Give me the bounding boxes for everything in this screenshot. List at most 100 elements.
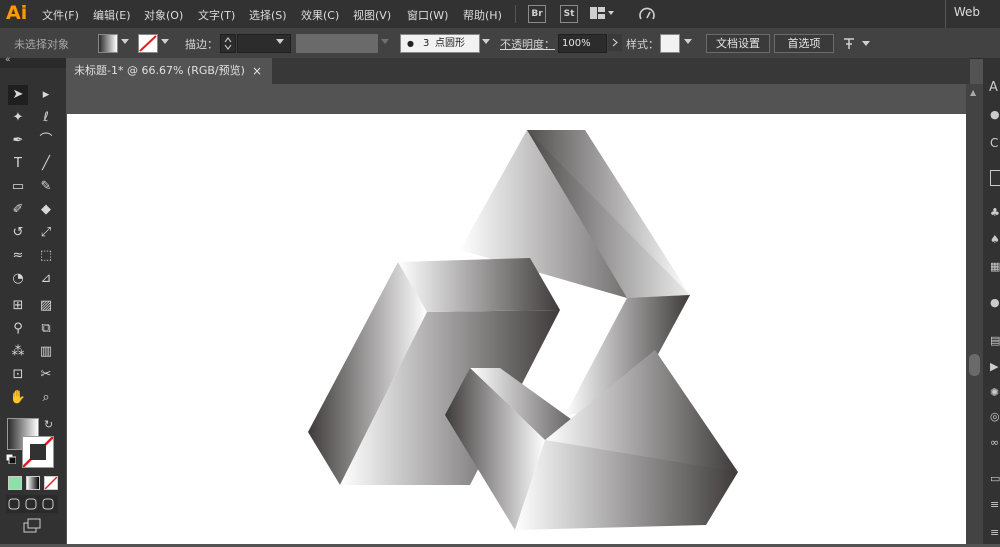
menu-effect[interactable]: 效果(C)	[301, 7, 339, 23]
paragraph-panel-icon[interactable]: ●	[990, 108, 1000, 121]
opentype-panel-icon[interactable]: C	[990, 136, 998, 150]
arrange-icon[interactable]	[842, 36, 872, 53]
opacity-label[interactable]: 不透明度：	[500, 36, 555, 52]
stroke-weight-stepper[interactable]	[220, 34, 236, 53]
symbol-sprayer-icon[interactable]: ⁂	[8, 342, 28, 362]
opacity-arrow-button[interactable]	[608, 34, 622, 51]
draw-modes[interactable]	[6, 495, 58, 513]
curvature-icon[interactable]: ⌒	[36, 131, 56, 151]
links-panel-icon[interactable]: ◎	[990, 410, 1000, 423]
scale-icon[interactable]: ⤢	[36, 223, 56, 243]
color-mode-icon[interactable]	[8, 476, 22, 490]
bridge-icon[interactable]: Br	[528, 5, 546, 23]
artboard[interactable]	[67, 114, 966, 544]
line-icon[interactable]: ╱	[36, 154, 56, 174]
appearance-panel-icon[interactable]: ✺	[990, 386, 999, 399]
stroke-dropdown-icon[interactable]	[161, 39, 169, 44]
transparency-panel-icon[interactable]: ▭	[990, 472, 1000, 485]
menu-bar: Ai 文件(F) 编辑(E) 对象(O) 文字(T) 选择(S) 效果(C) 视…	[0, 0, 1000, 28]
pathfinder-panel-icon[interactable]: ∞	[990, 436, 999, 449]
arrange-documents-icon[interactable]	[590, 7, 614, 19]
direct-selection-icon[interactable]: ▸	[36, 85, 56, 105]
document-setup-button[interactable]: 文档设置	[706, 34, 770, 53]
variable-width-dropdown-icon[interactable]	[381, 39, 389, 44]
menu-type[interactable]: 文字(T)	[198, 7, 235, 23]
menu-edit[interactable]: 编辑(E)	[93, 7, 131, 23]
menu-select[interactable]: 选择(S)	[249, 7, 287, 23]
panels-dock: A ● C ♣ ♠ ▦ ● ▤ ▶ ✺ ◎ ∞ ▭ ≡ ≡	[983, 58, 1000, 544]
impossible-triangle-artwork[interactable]	[67, 114, 966, 544]
screen-mode-icon[interactable]	[22, 518, 42, 534]
blend-icon[interactable]: ⧉	[36, 319, 56, 339]
paintbrush-icon[interactable]: ✎	[36, 177, 56, 197]
close-icon[interactable]: ×	[252, 58, 262, 84]
hand-icon[interactable]: ✋	[8, 388, 28, 408]
layers-panel-icon[interactable]: ▤	[990, 334, 1000, 347]
swatches-panel-icon[interactable]: ▦	[990, 260, 1000, 273]
warp-icon[interactable]: ≈	[8, 246, 28, 266]
menu-file[interactable]: 文件(F)	[42, 7, 79, 23]
free-transform-icon[interactable]: ⬚	[36, 246, 56, 266]
magic-wand-icon[interactable]: ✦	[8, 108, 28, 128]
scroll-up-icon[interactable]: ▲	[970, 88, 976, 97]
document-tab[interactable]: 未标题-1* @ 66.67% (RGB/预览) ×	[66, 58, 272, 84]
toolbar-header[interactable]: «	[0, 55, 66, 68]
variable-width-profile[interactable]	[296, 34, 378, 53]
vertical-scrollbar[interactable]: ▲	[966, 84, 983, 544]
stroke-label: 描边：	[185, 38, 218, 51]
selection-status: 未选择对象	[14, 38, 69, 51]
menu-view[interactable]: 视图(V)	[353, 7, 391, 23]
document-title: 未标题-1* @ 66.67% (RGB/预览)	[74, 64, 245, 77]
zoom-icon[interactable]: ⌕	[36, 388, 56, 408]
pen-icon[interactable]: ✒	[8, 131, 28, 151]
symbols-panel-icon[interactable]: ♣	[990, 206, 1000, 219]
graphic-style-dropdown-icon[interactable]	[684, 39, 692, 44]
preferences-button[interactable]: 首选项	[774, 34, 834, 53]
default-colors-icon[interactable]	[5, 453, 17, 465]
brushes-panel-icon[interactable]: ♠	[990, 233, 1000, 246]
fill-dropdown-icon[interactable]	[121, 39, 129, 44]
fill-swatch[interactable]	[98, 34, 118, 53]
scroll-thumb[interactable]	[969, 354, 980, 376]
stroke-weight-dropdown-icon[interactable]	[276, 39, 284, 44]
swap-colors-icon[interactable]: ↻	[44, 418, 53, 431]
menu-help[interactable]: 帮助(H)	[463, 7, 502, 23]
control-bar: 未选择对象 描边： ● 3 点圆形 不透明度： 100% 样式： 文档设置 首选…	[0, 28, 1000, 59]
type-icon[interactable]: T	[8, 154, 28, 174]
brush-dot-icon: ●	[407, 39, 414, 48]
character-panel-icon[interactable]: A	[989, 80, 998, 95]
menu-window[interactable]: 窗口(W)	[407, 7, 448, 23]
slice-icon[interactable]: ✂	[36, 365, 56, 385]
none-mode-icon[interactable]	[44, 476, 58, 490]
rectangle-icon[interactable]: ▭	[8, 177, 28, 197]
rotate-icon[interactable]: ↺	[8, 223, 28, 243]
mesh-icon[interactable]: ⊞	[8, 296, 28, 316]
stroke-color-box[interactable]	[22, 436, 54, 468]
shape-builder-icon[interactable]: ◔	[8, 269, 28, 289]
align-panel-icon[interactable]: ≡	[990, 498, 999, 511]
brush-definition[interactable]: ● 3 点圆形	[400, 34, 480, 53]
stroke-panel-icon[interactable]: ≡	[990, 526, 999, 539]
brush-dropdown-icon[interactable]	[482, 39, 490, 44]
gpu-performance-icon[interactable]	[638, 6, 656, 25]
properties-panel-icon[interactable]	[990, 170, 1000, 186]
graphic-style-swatch[interactable]	[660, 34, 680, 53]
menu-object[interactable]: 对象(O)	[144, 7, 183, 23]
eraser-icon[interactable]: ◆	[36, 200, 56, 220]
color-panel-icon[interactable]: ●	[990, 296, 1000, 309]
shaper-icon[interactable]: ✐	[8, 200, 28, 220]
perspective-icon[interactable]: ⊿	[36, 269, 56, 289]
workspace-switcher[interactable]: Web	[954, 5, 980, 19]
collapse-icon[interactable]: «	[5, 55, 11, 65]
eyedropper-icon[interactable]: ⚲	[8, 319, 28, 339]
actions-panel-icon[interactable]: ▶	[990, 360, 998, 373]
lasso-icon[interactable]: ℓ	[36, 108, 56, 128]
stock-icon[interactable]: St	[560, 5, 578, 23]
gradient-mode-icon[interactable]	[26, 476, 40, 490]
opacity-field[interactable]: 100%	[558, 34, 607, 53]
stroke-swatch[interactable]	[138, 34, 158, 53]
selection-icon[interactable]: ➤	[8, 85, 28, 105]
column-graph-icon[interactable]: ▥	[36, 342, 56, 362]
artboard-icon[interactable]: ⊡	[8, 365, 28, 385]
gradient-icon[interactable]: ▨	[36, 296, 56, 316]
